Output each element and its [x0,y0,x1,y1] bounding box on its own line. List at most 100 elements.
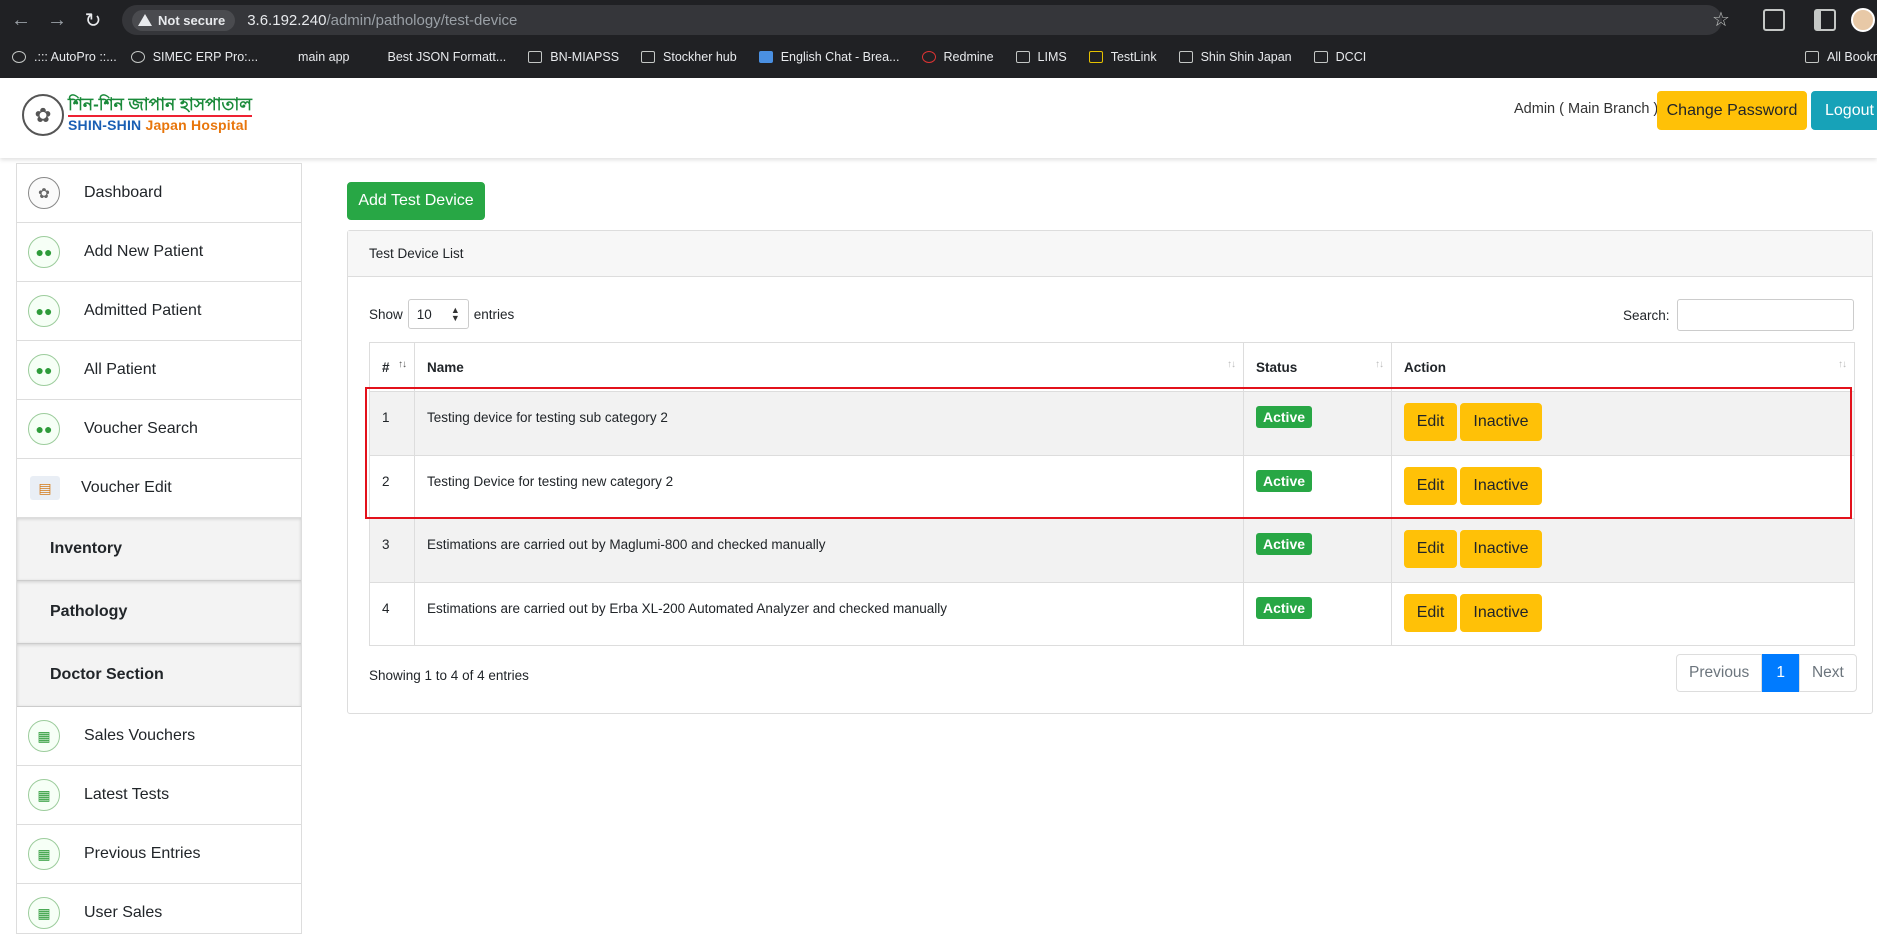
bookmark-item[interactable]: main app [280,50,349,64]
row-actions: Edit Inactive [1391,518,1855,583]
bookmark-item[interactable]: DCCI [1313,50,1366,64]
profile-avatar[interactable] [1851,8,1875,32]
status-badge: Active [1256,406,1313,428]
column-header-action[interactable]: Action ↑↓ [1391,342,1855,392]
patients-icon: ●● [28,295,60,327]
site-icon [280,51,290,63]
sidebar: ✿ Dashboard ●● Add New Patient ●● Admitted … [16,163,302,934]
search-input[interactable] [1676,299,1854,331]
patients-icon: ●● [28,354,60,386]
bookmark-item[interactable]: Shin Shin Japan [1178,50,1292,64]
row-name: Estimations are carried out by Erba XL-2… [414,581,1244,646]
reload-icon[interactable]: ↻ [78,5,108,35]
logout-button[interactable]: Logout [1811,91,1877,130]
admin-branch-label: Admin ( Main Branch ) [1514,101,1659,117]
security-chip[interactable]: Not secure [132,9,236,31]
column-header-status[interactable]: Status ↑↓ [1243,342,1392,392]
select-arrows-icon: ▲ ▼ [450,305,460,323]
security-label: Not secure [158,12,226,28]
row-actions: Edit Inactive [1391,581,1855,646]
sidebar-item-previous-entries[interactable]: ▦ Previous Entries [17,825,301,884]
card-title: Test Device List [348,231,1872,277]
browser-chrome: ← → ↻ Not secure 3.6.192.240/admin/patho… [0,0,1877,78]
sidebar-item-sales-vouchers[interactable]: ▦ Sales Vouchers [17,707,301,766]
sidebar-item-admitted-patient[interactable]: ●● Admitted Patient [17,282,301,341]
sidebar-item-all-patient[interactable]: ●● All Patient [17,341,301,400]
bookmark-item[interactable]: Best JSON Formatt... [369,50,506,64]
sidebar-group-inventory[interactable]: Inventory [17,518,301,581]
inactive-button[interactable]: Inactive [1460,593,1542,632]
receipt-icon: ▦ [28,838,60,870]
bookmark-star-icon[interactable]: ☆ [1712,7,1730,32]
column-header-num[interactable]: # ↑↓ [369,342,415,392]
inactive-button[interactable]: Inactive [1460,466,1542,505]
pagination-page-1[interactable]: 1 [1762,654,1799,692]
sort-asc-icon: ↑↓ [398,359,407,370]
add-test-device-button[interactable]: Add Test Device [347,182,485,220]
edit-button[interactable]: Edit [1404,593,1457,632]
bookmark-item[interactable]: SIMEC ERP Pro:... [130,50,258,64]
patients-icon: ●● [28,413,60,445]
dashboard-icon: ✿ [28,177,60,209]
forward-arrow-icon[interactable]: → [42,5,72,35]
entries-label: entries [473,306,515,322]
inactive-button[interactable]: Inactive [1460,530,1542,568]
bookmark-item[interactable]: Redmine [921,50,994,64]
pagination-next[interactable]: Next [1798,654,1857,692]
warning-icon [138,14,152,26]
site-icon [758,51,773,63]
sidebar-item-voucher-search[interactable]: ●● Voucher Search [17,400,301,459]
app-header: ✿ শিন-শিন জাপান হাসপাতাল SHIN-SHIN Japan… [0,78,1877,158]
sidebar-item-dashboard[interactable]: ✿ Dashboard [17,164,301,223]
all-bookmarks[interactable]: All Bookm [1805,42,1877,72]
globe-icon [130,51,145,63]
row-number: 2 [369,454,415,519]
edit-button[interactable]: Edit [1404,403,1457,441]
row-status: Active [1243,391,1392,456]
extensions-icon[interactable] [1763,9,1785,31]
bookmark-item[interactable]: Stockher hub [641,50,737,64]
row-number: 3 [369,518,415,583]
row-actions: Edit Inactive [1391,454,1855,519]
table-row: 2 Testing Device for testing new categor… [369,454,1855,519]
bookmark-item[interactable]: BN-MIAPSS [528,50,619,64]
sidebar-item-user-sales[interactable]: ▦ User Sales [17,884,301,933]
entries-select[interactable]: 10 ▲ ▼ [407,299,469,329]
folder-icon [1313,51,1328,63]
hospital-emblem-icon: ✿ [22,94,64,136]
sidebar-group-doctor-section[interactable]: Doctor Section [17,644,301,707]
sidebar-item-voucher-edit[interactable]: ▤ Voucher Edit [17,459,301,518]
pagination-previous[interactable]: Previous [1676,654,1763,692]
voucher-card-icon: ▤ [30,476,60,500]
receipt-icon: ▦ [28,779,60,811]
column-header-name[interactable]: Name ↑↓ [414,342,1244,392]
entries-length-control: Show 10 ▲ ▼ entries [369,299,514,329]
change-password-button[interactable]: Change Password [1657,91,1807,130]
sidebar-group-pathology[interactable]: Pathology [17,581,301,644]
folder-icon [1178,51,1193,63]
show-label: Show [369,306,403,322]
back-arrow-icon[interactable]: ← [6,5,36,35]
table-row: 4 Estimations are carried out by Erba XL… [369,581,1855,646]
bookmark-item[interactable]: English Chat - Brea... [758,50,900,64]
url-host: 3.6.192.240 [247,11,327,29]
row-status: Active [1243,518,1392,583]
edit-button[interactable]: Edit [1404,530,1457,568]
row-status: Active [1243,454,1392,519]
logo-text: শিন-শিন জাপান হাসপাতাল SHIN-SHIN Japan H… [68,96,252,133]
table-search: Search: [1623,299,1854,331]
search-label: Search: [1623,307,1670,323]
inactive-button[interactable]: Inactive [1460,403,1542,441]
bookmark-item[interactable]: LIMS [1015,50,1067,64]
sidebar-item-latest-tests[interactable]: ▦ Latest Tests [17,766,301,825]
address-bar[interactable]: Not secure 3.6.192.240/admin/pathology/t… [122,5,1722,35]
hospital-logo[interactable]: ✿ শিন-শিন জাপান হাসপাতাল SHIN-SHIN Japan… [22,94,252,136]
edit-button[interactable]: Edit [1404,466,1457,505]
sidebar-item-add-new-patient[interactable]: ●● Add New Patient [17,223,301,282]
side-panel-icon[interactable] [1814,9,1836,31]
bookmark-item[interactable]: .::: AutoPro ::... [12,50,117,64]
bookmark-item[interactable]: TestLink [1088,50,1157,64]
sort-icon: ↑↓ [1227,359,1236,370]
logo-bengali-text: শিন-শিন জাপান হাসপাতাল [68,95,252,115]
address-row: ← → ↻ Not secure 3.6.192.240/admin/patho… [0,0,1877,40]
